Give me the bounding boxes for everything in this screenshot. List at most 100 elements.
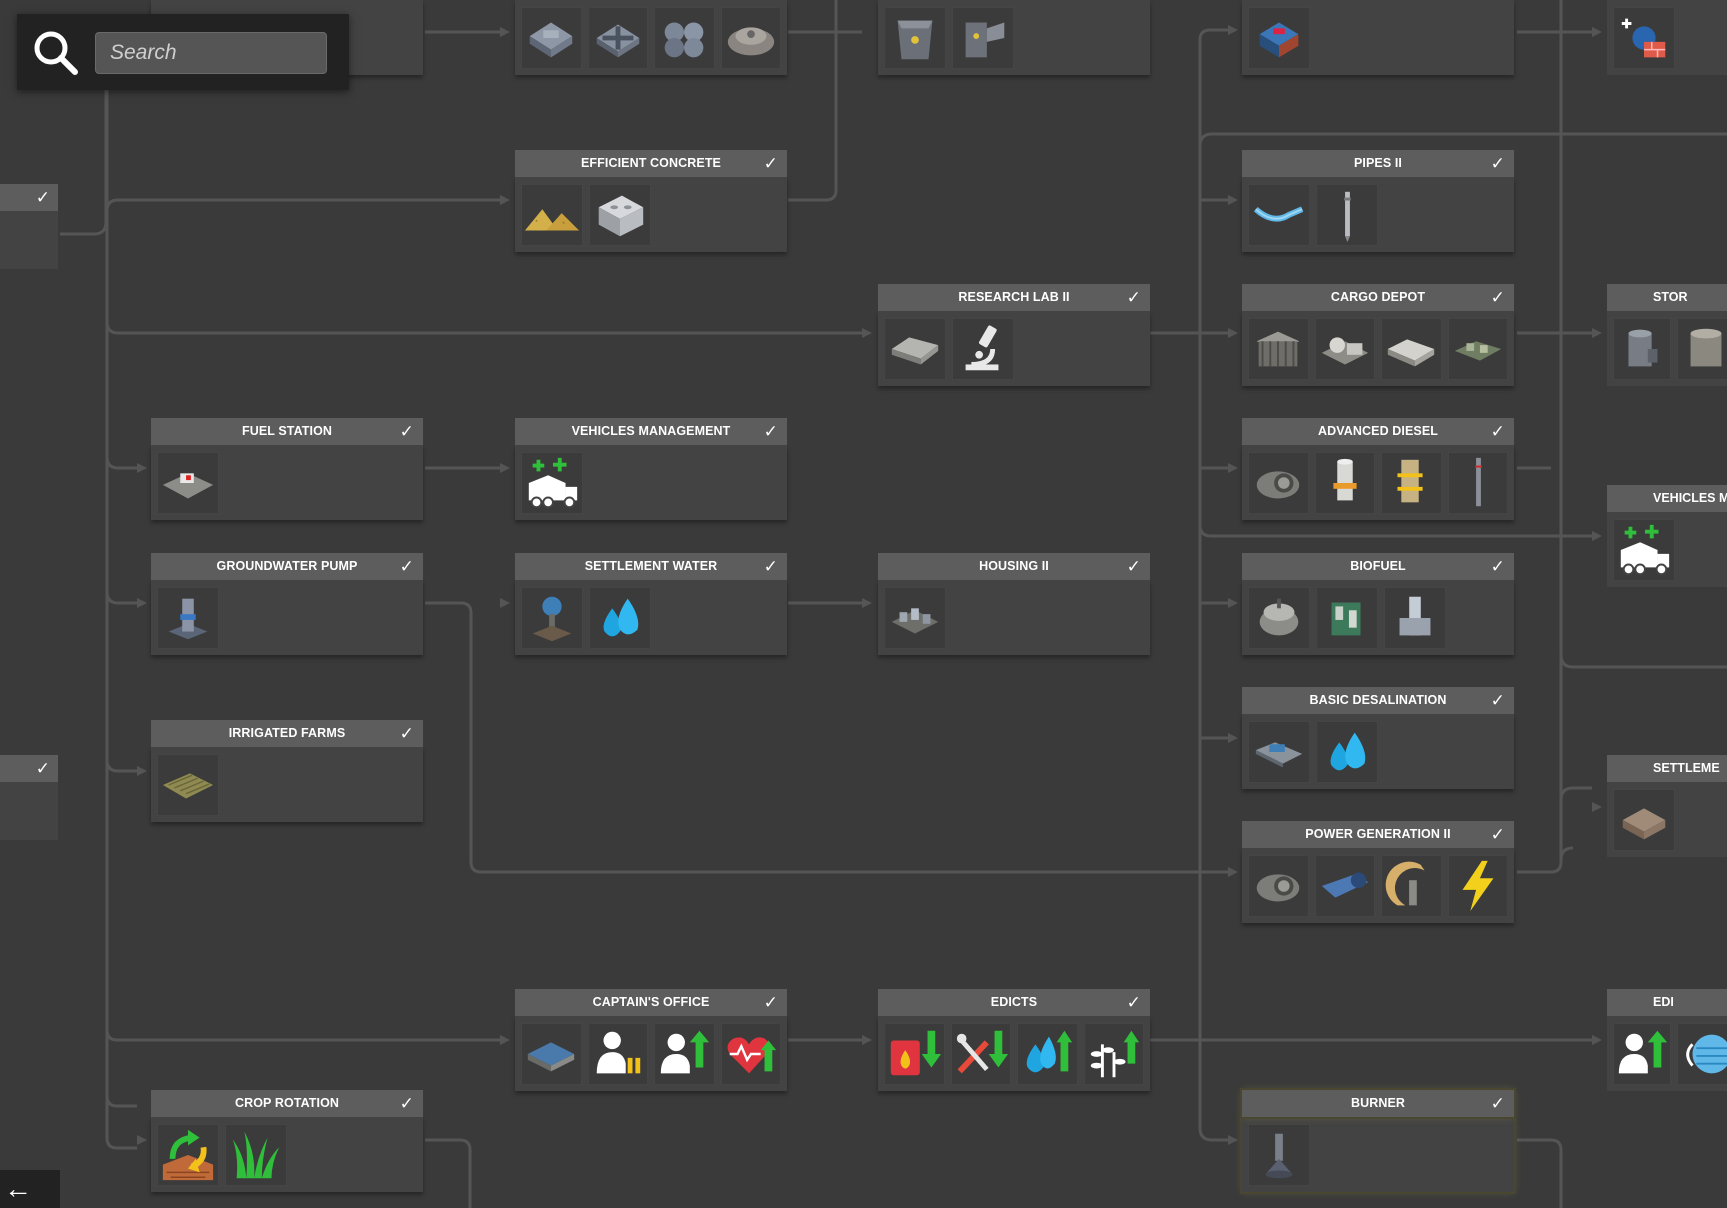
building-slot[interactable] — [587, 6, 648, 69]
building-slot[interactable] — [521, 586, 583, 649]
building-slot[interactable] — [157, 451, 219, 514]
building-slot[interactable] — [1314, 854, 1375, 917]
building-slot[interactable] — [1316, 720, 1378, 783]
building-slot[interactable] — [1248, 1123, 1310, 1186]
building-slot[interactable] — [1613, 518, 1675, 581]
back-button[interactable]: ← — [0, 1170, 60, 1208]
node-edi[interactable]: EDI — [1607, 989, 1727, 1091]
node-top-col5[interactable] — [1607, 0, 1727, 75]
generator-icon — [1256, 873, 1300, 901]
building-slot[interactable] — [1017, 1022, 1078, 1085]
building-slot[interactable] — [720, 1022, 781, 1085]
building-slot[interactable] — [225, 1123, 287, 1186]
node-body — [1242, 177, 1514, 252]
building-slot[interactable] — [1248, 854, 1309, 917]
building-slot[interactable] — [1381, 451, 1442, 514]
search-icon[interactable] — [31, 28, 81, 78]
building-slot[interactable] — [1613, 788, 1675, 851]
building-slot[interactable] — [521, 6, 582, 69]
building-slot[interactable] — [1447, 854, 1508, 917]
building-slot[interactable] — [1083, 1022, 1144, 1085]
node-header: EDICTS ✓ — [878, 989, 1150, 1016]
building-slot[interactable] — [720, 6, 781, 69]
node-research-lab-ii[interactable]: RESEARCH LAB II ✓ — [878, 284, 1150, 386]
node-crop-rotation[interactable]: CROP ROTATION ✓ — [151, 1090, 423, 1192]
building-slot[interactable] — [1248, 317, 1309, 380]
building-slot[interactable] — [952, 6, 1014, 69]
building-slot[interactable] — [589, 183, 651, 246]
node-burner[interactable]: BURNER ✓ — [1242, 1090, 1514, 1192]
node-settlement-water[interactable]: SETTLEMENT WATER ✓ — [515, 553, 787, 655]
building-slot[interactable] — [1613, 317, 1671, 380]
building-slot[interactable] — [1677, 317, 1727, 380]
building-slot[interactable] — [157, 753, 219, 816]
building-slot[interactable] — [884, 6, 946, 69]
building-slot[interactable] — [1613, 1022, 1671, 1085]
node-biofuel[interactable]: BIOFUEL ✓ — [1242, 553, 1514, 655]
building-slot[interactable] — [1447, 317, 1508, 380]
node-cargo-depot[interactable]: CARGO DEPOT ✓ — [1242, 284, 1514, 386]
left-stub-node[interactable]: ✓ — [0, 755, 58, 840]
node-top-col4[interactable]: ✓ — [1242, 0, 1514, 75]
check-icon: ✓ — [1126, 557, 1141, 576]
building-slot[interactable] — [1677, 1022, 1727, 1085]
building-slot[interactable] — [1248, 6, 1310, 69]
node-fuel-station[interactable]: FUEL STATION ✓ — [151, 418, 423, 520]
node-top-col2[interactable]: ✓ — [515, 0, 787, 75]
cargo-scaffold-icon — [1256, 331, 1300, 366]
check-icon: ✓ — [1126, 288, 1141, 307]
building-slot[interactable] — [521, 451, 583, 514]
node-vehicles-m[interactable]: VEHICLES M — [1607, 485, 1727, 587]
search-input[interactable] — [95, 32, 327, 74]
node-pipes-ii[interactable]: PIPES II ✓ — [1242, 150, 1514, 252]
node-captains-office[interactable]: CAPTAIN'S OFFICE ✓ — [515, 989, 787, 1091]
building-slot[interactable] — [1384, 586, 1446, 649]
building-slot[interactable] — [1381, 317, 1442, 380]
building-slot[interactable] — [521, 1022, 582, 1085]
node-basic-desalination[interactable]: BASIC DESALINATION ✓ — [1242, 687, 1514, 789]
node-top-col3[interactable]: ✓ — [878, 0, 1150, 75]
building-slot[interactable] — [950, 1022, 1011, 1085]
node-title: VEHICLES MANAGEMENT — [571, 424, 731, 438]
node-header: VEHICLES MANAGEMENT ✓ — [515, 418, 787, 445]
node-groundwater-pump[interactable]: GROUNDWATER PUMP ✓ — [151, 553, 423, 655]
building-slot[interactable] — [1381, 854, 1442, 917]
building-slot[interactable] — [587, 1022, 648, 1085]
building-slot[interactable] — [1248, 720, 1310, 783]
building-slot[interactable] — [654, 6, 715, 69]
node-title: BURNER — [1350, 1096, 1406, 1110]
building-slot[interactable] — [952, 317, 1014, 380]
check-icon: ✓ — [1490, 154, 1505, 173]
building-slot[interactable] — [1314, 451, 1375, 514]
node-settleme[interactable]: SETTLEME — [1607, 755, 1727, 857]
node-housing-ii[interactable]: HOUSING II ✓ — [878, 553, 1150, 655]
building-slot[interactable] — [1248, 586, 1310, 649]
node-edicts[interactable]: EDICTS ✓ — [878, 989, 1150, 1091]
node-vehicles-management[interactable]: VEHICLES MANAGEMENT ✓ — [515, 418, 787, 520]
building-slot[interactable] — [589, 586, 651, 649]
building-slot[interactable] — [157, 1123, 219, 1186]
building-slot[interactable] — [1248, 183, 1310, 246]
building-slot[interactable] — [884, 1022, 945, 1085]
node-efficient-concrete[interactable]: EFFICIENT CONCRETE ✓ — [515, 150, 787, 252]
node-advanced-diesel[interactable]: ADVANCED DIESEL ✓ — [1242, 418, 1514, 520]
building-slot[interactable] — [654, 1022, 715, 1085]
building-slot[interactable] — [157, 586, 219, 649]
node-header: BIOFUEL ✓ — [1242, 553, 1514, 580]
building-slot[interactable] — [1314, 317, 1375, 380]
node-power-generation-ii[interactable]: POWER GENERATION II ✓ — [1242, 821, 1514, 923]
building-slot[interactable] — [1316, 586, 1378, 649]
node-irrigated-farms[interactable]: IRRIGATED FARMS ✓ — [151, 720, 423, 822]
building-slot[interactable] — [1248, 451, 1309, 514]
node-body — [515, 177, 787, 252]
building-slot[interactable] — [1316, 183, 1378, 246]
building-slot[interactable] — [884, 586, 946, 649]
node-stor[interactable]: STOR — [1607, 284, 1727, 386]
check-icon: ✓ — [399, 1094, 414, 1113]
building-slot[interactable] — [1613, 6, 1675, 69]
building-slot[interactable] — [1447, 451, 1508, 514]
building-slot[interactable] — [884, 317, 946, 380]
left-stub-node[interactable]: ✓ — [0, 184, 58, 269]
node-body — [878, 580, 1150, 655]
building-slot[interactable] — [521, 183, 583, 246]
